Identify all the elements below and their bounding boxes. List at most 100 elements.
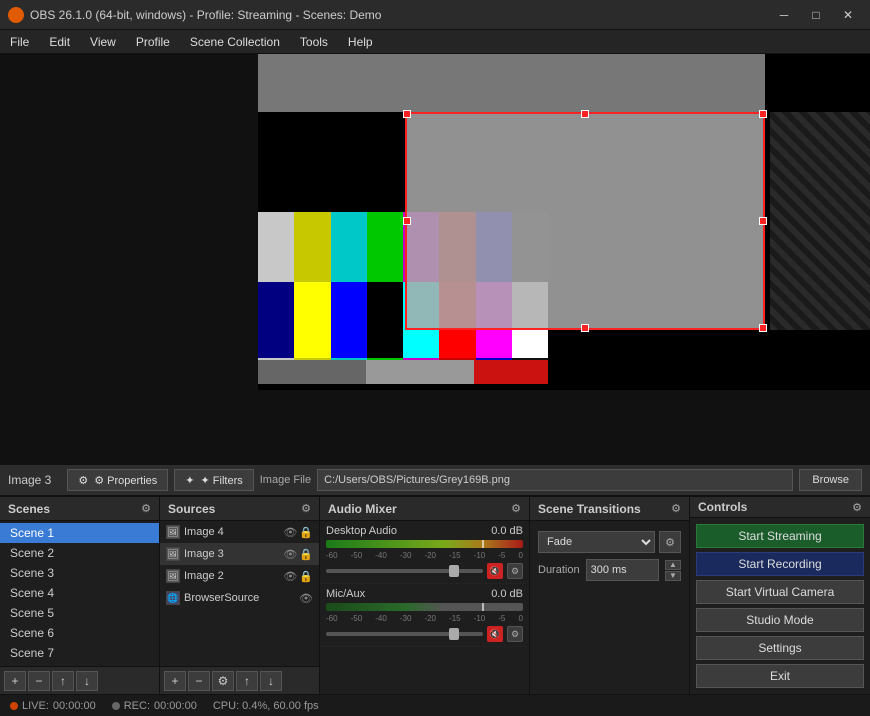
scene-item-6[interactable]: Scene 6 xyxy=(0,623,159,643)
mic-audio-name: Mic/Aux xyxy=(326,588,365,600)
scene-item-7[interactable]: Scene 7 xyxy=(0,643,159,663)
sources-panel-icon[interactable]: ⚙ xyxy=(301,502,311,515)
scene-item-4[interactable]: Scene 4 xyxy=(0,583,159,603)
start-recording-button[interactable]: Start Recording xyxy=(696,552,864,576)
duration-spinner: ▲ ▼ xyxy=(665,560,681,581)
menu-file[interactable]: File xyxy=(0,30,39,54)
source-eye-image3[interactable]: 👁 xyxy=(283,548,297,561)
audio-tracks: Desktop Audio 0.0 dB -60-50-40-30-20-15-… xyxy=(320,521,529,694)
grey-block-mid xyxy=(366,360,474,384)
handle-top-mid[interactable] xyxy=(581,110,589,118)
scene-item-2[interactable]: Scene 2 xyxy=(0,543,159,563)
source-remove-button[interactable]: − xyxy=(188,671,210,691)
source-item-image3[interactable]: 🖼 Image 3 👁 🔒 xyxy=(160,543,319,565)
source-item-image4[interactable]: 🖼 Image 4 👁 🔒 xyxy=(160,521,319,543)
desktop-audio-db: 0.0 dB xyxy=(491,525,523,537)
duration-up-button[interactable]: ▲ xyxy=(665,560,681,570)
handle-mid-right[interactable] xyxy=(759,217,767,225)
transitions-panel-header: Scene Transitions ⚙ xyxy=(530,497,689,521)
desktop-fader-handle[interactable] xyxy=(449,565,459,577)
handle-top-right[interactable] xyxy=(759,110,767,118)
scene-move-down-button[interactable]: ↓ xyxy=(76,671,98,691)
source-lock-image4[interactable]: 🔒 xyxy=(299,526,313,539)
mic-mute-button[interactable]: 🔇 xyxy=(487,626,503,642)
handle-bot-right[interactable] xyxy=(759,324,767,332)
minimize-button[interactable]: ─ xyxy=(770,6,798,24)
duration-input[interactable] xyxy=(586,559,659,581)
source-move-down-button[interactable]: ↓ xyxy=(260,671,282,691)
menu-help[interactable]: Help xyxy=(338,30,383,54)
source-name-image3: Image 3 xyxy=(184,548,279,560)
scene-list: Scene 1 Scene 2 Scene 3 Scene 4 Scene 5 … xyxy=(0,521,159,666)
mic-fader[interactable] xyxy=(326,632,483,636)
transitions-panel-icon[interactable]: ⚙ xyxy=(671,502,681,515)
source-lock-image2[interactable]: 🔒 xyxy=(299,570,313,583)
controls-content: Start Streaming Start Recording Start Vi… xyxy=(690,518,870,694)
rec-status: REC: 00:00:00 xyxy=(112,700,197,712)
start-streaming-button[interactable]: Start Streaming xyxy=(696,524,864,548)
controls-panel-icon[interactable]: ⚙ xyxy=(852,501,862,514)
handle-mid-left[interactable] xyxy=(403,217,411,225)
browse-button[interactable]: Browse xyxy=(799,469,862,491)
exit-button[interactable]: Exit xyxy=(696,664,864,688)
scene-item-5[interactable]: Scene 5 xyxy=(0,603,159,623)
settings-button[interactable]: Settings xyxy=(696,636,864,660)
statusbar: LIVE: 00:00:00 REC: 00:00:00 CPU: 0.4%, … xyxy=(0,694,870,716)
source-config-button[interactable]: ⚙ xyxy=(212,671,234,691)
desktop-config-button[interactable]: ⚙ xyxy=(507,563,523,579)
duration-row: Duration ▲ ▼ xyxy=(530,559,689,587)
menu-edit[interactable]: Edit xyxy=(39,30,80,54)
source-eye-image2[interactable]: 👁 xyxy=(283,570,297,583)
desktop-fader[interactable] xyxy=(326,569,483,573)
studio-mode-button[interactable]: Studio Mode xyxy=(696,608,864,632)
controls-panel-header: Controls ⚙ xyxy=(690,497,870,518)
scene-item-1[interactable]: Scene 1 xyxy=(0,523,159,543)
source-item-browser[interactable]: 🌐 BrowserSource 👁 xyxy=(160,587,319,609)
source-toolbar: Image 3 ⚙ ⚙ Properties ✦ ✦ Filters Image… xyxy=(0,464,870,496)
duration-label: Duration xyxy=(538,564,580,576)
source-eye-image4[interactable]: 👁 xyxy=(283,526,297,539)
mic-config-button[interactable]: ⚙ xyxy=(507,626,523,642)
sources-footer: + − ⚙ ↑ ↓ xyxy=(160,666,319,694)
source-eye-browser[interactable]: 👁 xyxy=(299,592,313,605)
source-add-button[interactable]: + xyxy=(164,671,186,691)
red-strip xyxy=(474,360,548,384)
desktop-mute-button[interactable]: 🔇 xyxy=(487,563,503,579)
source-name-image4: Image 4 xyxy=(184,526,279,538)
source-lock-image3[interactable]: 🔒 xyxy=(299,548,313,561)
menu-view[interactable]: View xyxy=(80,30,126,54)
rec-dot xyxy=(112,702,120,710)
menu-profile[interactable]: Profile xyxy=(126,30,180,54)
properties-button[interactable]: ⚙ ⚙ Properties xyxy=(67,469,168,491)
source-list: 🖼 Image 4 👁 🔒 🖼 Image 3 👁 🔒 🖼 Image 2 xyxy=(160,521,319,666)
audio-panel-icon[interactable]: ⚙ xyxy=(511,502,521,515)
file-path-input[interactable] xyxy=(317,469,793,491)
desktop-audio-name: Desktop Audio xyxy=(326,525,397,537)
source-move-up-button[interactable]: ↑ xyxy=(236,671,258,691)
start-virtual-camera-button[interactable]: Start Virtual Camera xyxy=(696,580,864,604)
handle-bot-mid[interactable] xyxy=(581,324,589,332)
close-button[interactable]: ✕ xyxy=(834,6,862,24)
transition-gear-button[interactable]: ⚙ xyxy=(659,531,681,553)
mic-fader-handle[interactable] xyxy=(449,628,459,640)
source-thumb-image2: 🖼 xyxy=(166,569,180,583)
scenes-panel-title: Scenes xyxy=(8,502,50,516)
handle-top-left[interactable] xyxy=(403,110,411,118)
source-controls-image3: 👁 🔒 xyxy=(283,548,313,561)
scene-remove-button[interactable]: − xyxy=(28,671,50,691)
menu-tools[interactable]: Tools xyxy=(290,30,338,54)
filters-button[interactable]: ✦ ✦ Filters xyxy=(174,469,253,491)
source-item-image2[interactable]: 🖼 Image 2 👁 🔒 xyxy=(160,565,319,587)
source-controls-image4: 👁 🔒 xyxy=(283,526,313,539)
duration-down-button[interactable]: ▼ xyxy=(665,571,681,581)
audio-panel-title: Audio Mixer xyxy=(328,502,397,516)
menu-scene-collection[interactable]: Scene Collection xyxy=(180,30,290,54)
transition-type-select[interactable]: Fade Cut Swipe Slide xyxy=(538,531,655,553)
scene-move-up-button[interactable]: ↑ xyxy=(52,671,74,691)
image-file-label: Image File xyxy=(260,474,311,486)
scene-item-3[interactable]: Scene 3 xyxy=(0,563,159,583)
scene-add-button[interactable]: + xyxy=(4,671,26,691)
scenes-panel-icon[interactable]: ⚙ xyxy=(141,502,151,515)
window-title: OBS 26.1.0 (64-bit, windows) - Profile: … xyxy=(30,8,770,22)
maximize-button[interactable]: □ xyxy=(802,6,830,24)
